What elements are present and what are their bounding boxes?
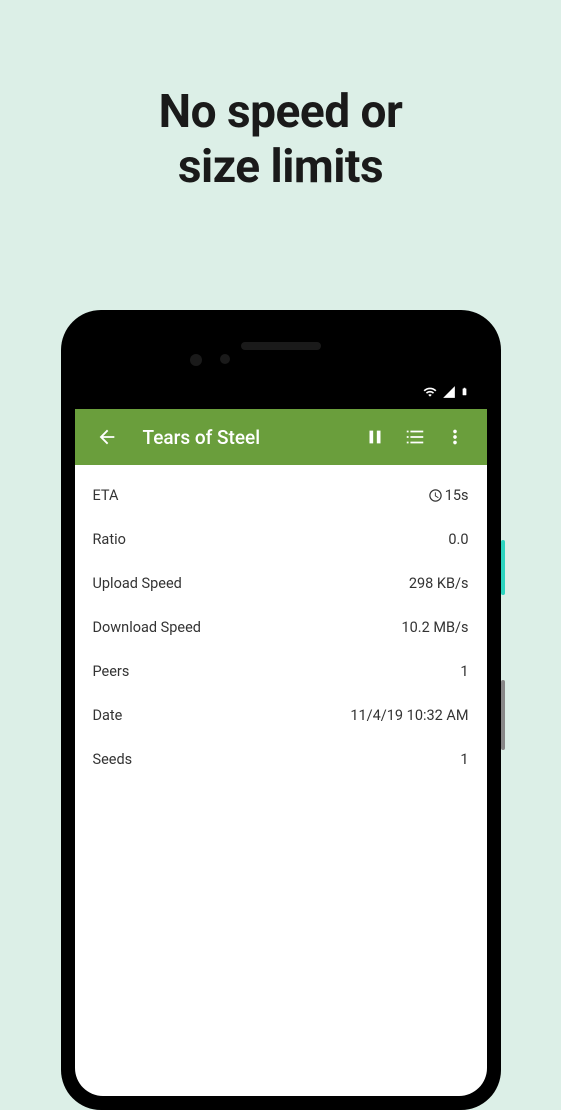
phone-camera <box>220 354 230 364</box>
more-vert-icon <box>444 426 466 448</box>
eta-value-text: 15s <box>445 487 469 504</box>
wifi-icon <box>422 385 438 399</box>
arrow-back-icon <box>96 426 118 448</box>
phone-camera <box>190 354 202 366</box>
detail-row-download: Download Speed 10.2 MB/s <box>93 605 469 649</box>
row-label: Date <box>93 707 123 724</box>
detail-row-ratio: Ratio 0.0 <box>93 517 469 561</box>
status-bar <box>422 384 469 399</box>
headline-line1: No speed or <box>0 85 561 140</box>
signal-icon <box>442 385 456 399</box>
phone-screen: Tears of Steel ETA 15s Ratio 0.0 <box>75 324 487 1096</box>
phone-side-button <box>501 680 505 750</box>
row-label: Upload Speed <box>93 575 182 592</box>
row-value: 11/4/19 10:32 AM <box>350 707 468 724</box>
app-bar: Tears of Steel <box>75 409 487 465</box>
row-label: Seeds <box>93 751 133 768</box>
row-value: 298 KB/s <box>409 575 469 592</box>
marketing-headline: No speed or size limits <box>0 0 561 195</box>
row-label: Download Speed <box>93 619 201 636</box>
details-content: ETA 15s Ratio 0.0 Upload Speed 298 KB/s … <box>75 465 487 1096</box>
battery-icon <box>460 384 469 399</box>
row-value: 15s <box>428 487 469 504</box>
phone-frame: Tears of Steel ETA 15s Ratio 0.0 <box>61 310 501 1110</box>
detail-row-peers: Peers 1 <box>93 649 469 693</box>
pause-button[interactable] <box>355 417 395 457</box>
detail-row-seeds: Seeds 1 <box>93 737 469 781</box>
pause-icon <box>364 426 386 448</box>
phone-side-button <box>501 540 505 595</box>
list-button[interactable] <box>395 417 435 457</box>
more-button[interactable] <box>435 417 475 457</box>
back-button[interactable] <box>87 417 127 457</box>
row-value: 1 <box>460 751 468 768</box>
clock-icon <box>428 488 443 503</box>
headline-line2: size limits <box>0 140 561 195</box>
detail-row-eta: ETA 15s <box>93 473 469 517</box>
row-value: 1 <box>460 663 468 680</box>
detail-row-upload: Upload Speed 298 KB/s <box>93 561 469 605</box>
phone-speaker <box>241 342 321 350</box>
row-label: ETA <box>93 487 119 504</box>
row-label: Ratio <box>93 531 126 548</box>
detail-row-date: Date 11/4/19 10:32 AM <box>93 693 469 737</box>
row-label: Peers <box>93 663 130 680</box>
app-bar-title: Tears of Steel <box>143 426 355 449</box>
row-value: 0.0 <box>448 531 468 548</box>
list-icon <box>404 426 426 448</box>
row-value: 10.2 MB/s <box>401 619 468 636</box>
